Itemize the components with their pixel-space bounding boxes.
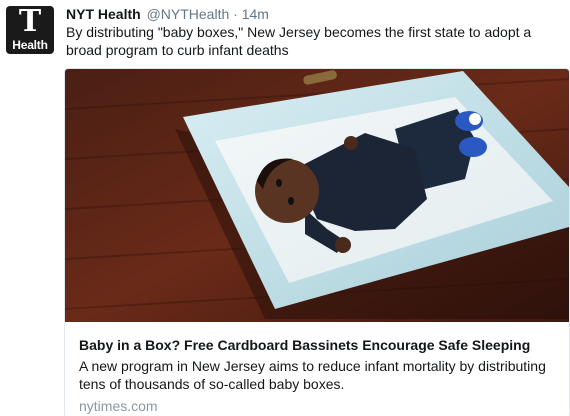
avatar-label: Health	[12, 38, 48, 52]
tweet-timestamp[interactable]: 14m	[242, 6, 269, 22]
card-description: A new program in New Jersey aims to redu…	[79, 358, 546, 392]
card-domain[interactable]: nytimes.com	[79, 397, 158, 415]
card-image[interactable]	[65, 69, 569, 322]
nyt-t-logo-icon: T	[18, 6, 42, 39]
separator-dot: ·	[233, 6, 238, 22]
tweet-text: By distributing "baby boxes," New Jersey…	[66, 24, 532, 58]
tweet-header: NYT Health @NYTHealth · 14m	[66, 5, 269, 23]
display-name[interactable]: NYT Health	[66, 6, 141, 22]
user-handle[interactable]: @NYTHealth	[147, 6, 230, 22]
link-card[interactable]: Baby in a Box? Free Cardboard Bassinets …	[64, 68, 570, 416]
card-title[interactable]: Baby in a Box? Free Cardboard Bassinets …	[79, 336, 559, 354]
avatar[interactable]: T Health	[6, 6, 54, 54]
baby-in-box-photo-icon	[65, 69, 569, 322]
